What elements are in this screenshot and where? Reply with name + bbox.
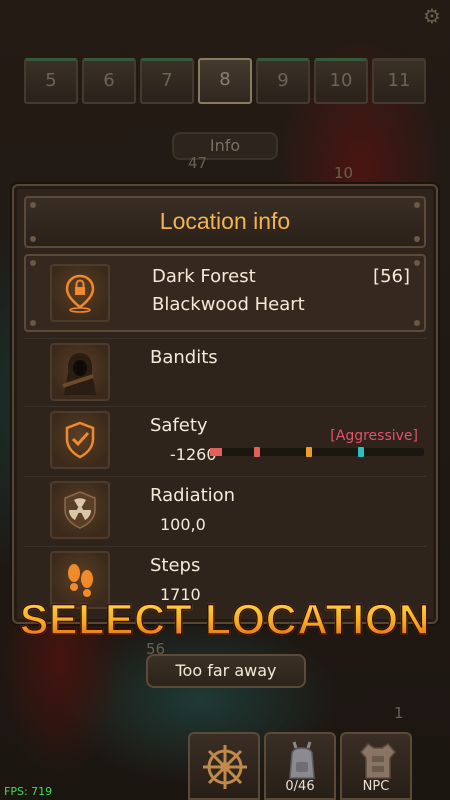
location-name: Dark Forest bbox=[152, 266, 256, 287]
compass-button[interactable] bbox=[188, 732, 260, 800]
safety-meter-fill bbox=[210, 448, 222, 456]
bandit-portrait-icon bbox=[50, 343, 110, 401]
faction-label: Bandits bbox=[150, 347, 218, 368]
radiation-label: Radiation bbox=[150, 485, 236, 506]
npc-button[interactable]: NPC bbox=[340, 732, 412, 800]
map-marker-number: 10 bbox=[334, 164, 354, 182]
safety-threshold-marker bbox=[306, 447, 312, 457]
level-tab-10[interactable]: 10 bbox=[314, 58, 368, 104]
too-far-away-button[interactable]: Too far away bbox=[146, 654, 306, 688]
panel-title-text: Location info bbox=[159, 208, 291, 234]
safety-meter bbox=[210, 447, 424, 457]
rivet bbox=[414, 260, 420, 266]
rivet bbox=[30, 320, 36, 326]
inventory-button[interactable]: 0/46 bbox=[264, 732, 336, 800]
rivet bbox=[414, 320, 420, 326]
level-tabs: 5 6 7 8 9 10 11 bbox=[24, 58, 426, 104]
backpack-icon bbox=[289, 741, 315, 779]
location-level: [56] bbox=[373, 266, 410, 287]
radiation-row: Radiation 100,0 bbox=[24, 476, 426, 542]
radiation-icon bbox=[50, 481, 110, 539]
npc-label: NPC bbox=[362, 779, 390, 794]
compass-wheel-icon bbox=[203, 745, 247, 789]
level-tab-8[interactable]: 8 bbox=[198, 58, 252, 104]
armor-vest-icon bbox=[360, 743, 396, 779]
level-tab-5[interactable]: 5 bbox=[24, 58, 78, 104]
map-marker-number: 1 bbox=[394, 704, 404, 722]
rivet bbox=[30, 202, 36, 208]
radiation-value: 100,0 bbox=[160, 515, 206, 534]
fps-counter: FPS: 719 bbox=[4, 785, 53, 798]
level-tab-6[interactable]: 6 bbox=[82, 58, 136, 104]
map-marker-number: 47 bbox=[188, 154, 208, 172]
level-tab-9[interactable]: 9 bbox=[256, 58, 310, 104]
safety-threshold-marker bbox=[254, 447, 260, 457]
panel-title: Location info bbox=[24, 196, 426, 248]
rivet bbox=[414, 236, 420, 242]
location-card: Dark Forest [56] Blackwood Heart bbox=[24, 254, 426, 332]
steps-label: Steps bbox=[150, 555, 201, 576]
faction-row: Bandits bbox=[24, 338, 426, 404]
location-info-panel: Location info Dark Forest [56] Blackwood… bbox=[12, 184, 438, 624]
safety-label: Safety bbox=[150, 415, 208, 436]
rivet bbox=[30, 260, 36, 266]
location-pin-lock-icon bbox=[50, 264, 110, 322]
safety-threshold-marker bbox=[358, 447, 364, 457]
level-tab-7[interactable]: 7 bbox=[140, 58, 194, 104]
location-subname: Blackwood Heart bbox=[152, 294, 305, 315]
inventory-count: 0/46 bbox=[285, 779, 315, 794]
level-tab-11[interactable]: 11 bbox=[372, 58, 426, 104]
select-location-banner: SELECT LOCATION bbox=[0, 595, 450, 645]
rivet bbox=[30, 236, 36, 242]
settings-gear-icon[interactable]: ⚙ bbox=[420, 4, 444, 28]
rivet bbox=[414, 202, 420, 208]
shield-check-icon bbox=[50, 411, 110, 469]
safety-status: [Aggressive] bbox=[330, 428, 418, 444]
